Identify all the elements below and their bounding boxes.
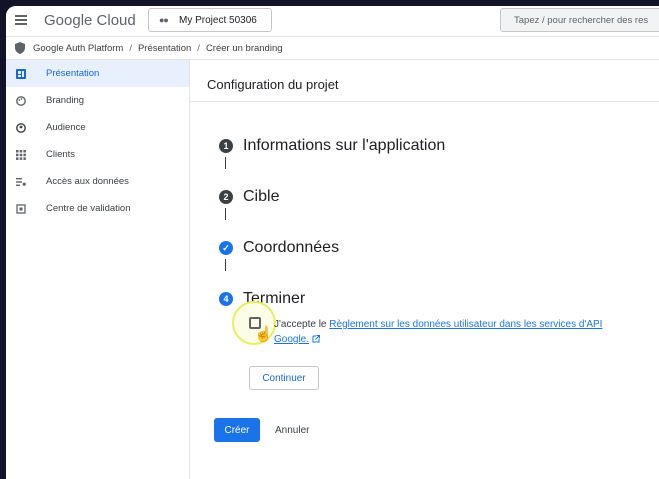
sidebar: Présentation Branding Audience Clients A… xyxy=(6,60,190,479)
step-label: Cible xyxy=(243,188,280,205)
sidebar-item-label: Centre de validation xyxy=(46,203,131,214)
brand-cloud: Cloud xyxy=(92,12,136,29)
palette-icon xyxy=(16,95,26,106)
sidebar-item-label: Branding xyxy=(46,95,85,106)
consent-prefix: J'accepte le xyxy=(274,319,330,330)
project-label: My Project 50306 xyxy=(179,14,257,26)
step-number: 2 xyxy=(219,190,233,204)
external-link-icon xyxy=(312,335,320,343)
sidebar-item-label: Accès aux données xyxy=(46,176,129,187)
sidebar-item-validation-center[interactable]: Centre de validation xyxy=(6,195,189,222)
brand-google: Google xyxy=(44,12,93,29)
browser-window: Google Cloud ●● My Project 50306 Tapez /… xyxy=(6,6,659,479)
step-connector xyxy=(225,259,226,271)
project-selector[interactable]: ●● My Project 50306 xyxy=(148,8,272,32)
step-app-info: 1 Informations sur l'application xyxy=(219,137,445,155)
project-icon: ●● xyxy=(159,15,169,25)
step-connector xyxy=(225,157,226,169)
breadcrumb-item[interactable]: Présentation xyxy=(138,43,191,54)
dashboard-icon xyxy=(16,68,26,79)
person-icon xyxy=(16,122,26,133)
step-number: 4 xyxy=(219,292,233,306)
step-number: 1 xyxy=(219,139,233,153)
step-label: Coordonnées xyxy=(243,239,340,256)
sidebar-item-label: Audience xyxy=(46,122,86,133)
sidebar-item-branding[interactable]: Branding xyxy=(6,87,189,114)
sidebar-item-label: Présentation xyxy=(46,68,100,79)
breadcrumb-separator: / xyxy=(129,42,132,54)
step-contact: ✓ Coordonnées xyxy=(219,239,339,257)
menu-icon[interactable] xyxy=(15,15,27,25)
consent-text: J'accepte le Règlement sur les données u… xyxy=(274,317,604,347)
step-label: Informations sur l'application xyxy=(243,137,446,154)
top-bar: Google Cloud ●● My Project 50306 Tapez /… xyxy=(6,6,659,37)
breadcrumb: Google Auth Platform / Présentation / Cr… xyxy=(6,37,659,60)
shield-icon xyxy=(15,42,25,54)
google-cloud-logo[interactable]: Google Cloud xyxy=(44,12,136,29)
checkbox-frame-icon xyxy=(16,203,26,214)
breadcrumb-separator: / xyxy=(197,42,200,54)
divider xyxy=(190,101,659,102)
page-title: Configuration du projet xyxy=(207,77,339,92)
step-connector xyxy=(225,208,226,220)
main-content: Configuration du projet 1 Informations s… xyxy=(190,60,659,479)
cancel-button[interactable]: Annuler xyxy=(268,418,316,442)
create-button[interactable]: Créer xyxy=(214,418,260,442)
breadcrumb-item[interactable]: Google Auth Platform xyxy=(33,43,123,54)
data-access-icon xyxy=(16,177,26,187)
step-target: 2 Cible xyxy=(219,188,279,206)
check-circle-icon: ✓ xyxy=(219,241,233,255)
breadcrumb-item: Créer un branding xyxy=(205,42,283,54)
grid-icon xyxy=(16,149,26,160)
sidebar-item-data-access[interactable]: Accès aux données xyxy=(6,168,189,195)
sidebar-item-clients[interactable]: Clients xyxy=(6,141,189,168)
search-input[interactable]: Tapez / pour rechercher des res xyxy=(500,8,659,32)
hand-cursor-icon: ☝ xyxy=(254,326,273,343)
sidebar-item-audience[interactable]: Audience xyxy=(6,114,189,141)
sidebar-item-presentation[interactable]: Présentation xyxy=(6,60,189,87)
continue-button[interactable]: Continuer xyxy=(249,366,319,390)
sidebar-item-label: Clients xyxy=(46,149,76,160)
search-placeholder: Tapez / pour rechercher des res xyxy=(514,14,649,26)
